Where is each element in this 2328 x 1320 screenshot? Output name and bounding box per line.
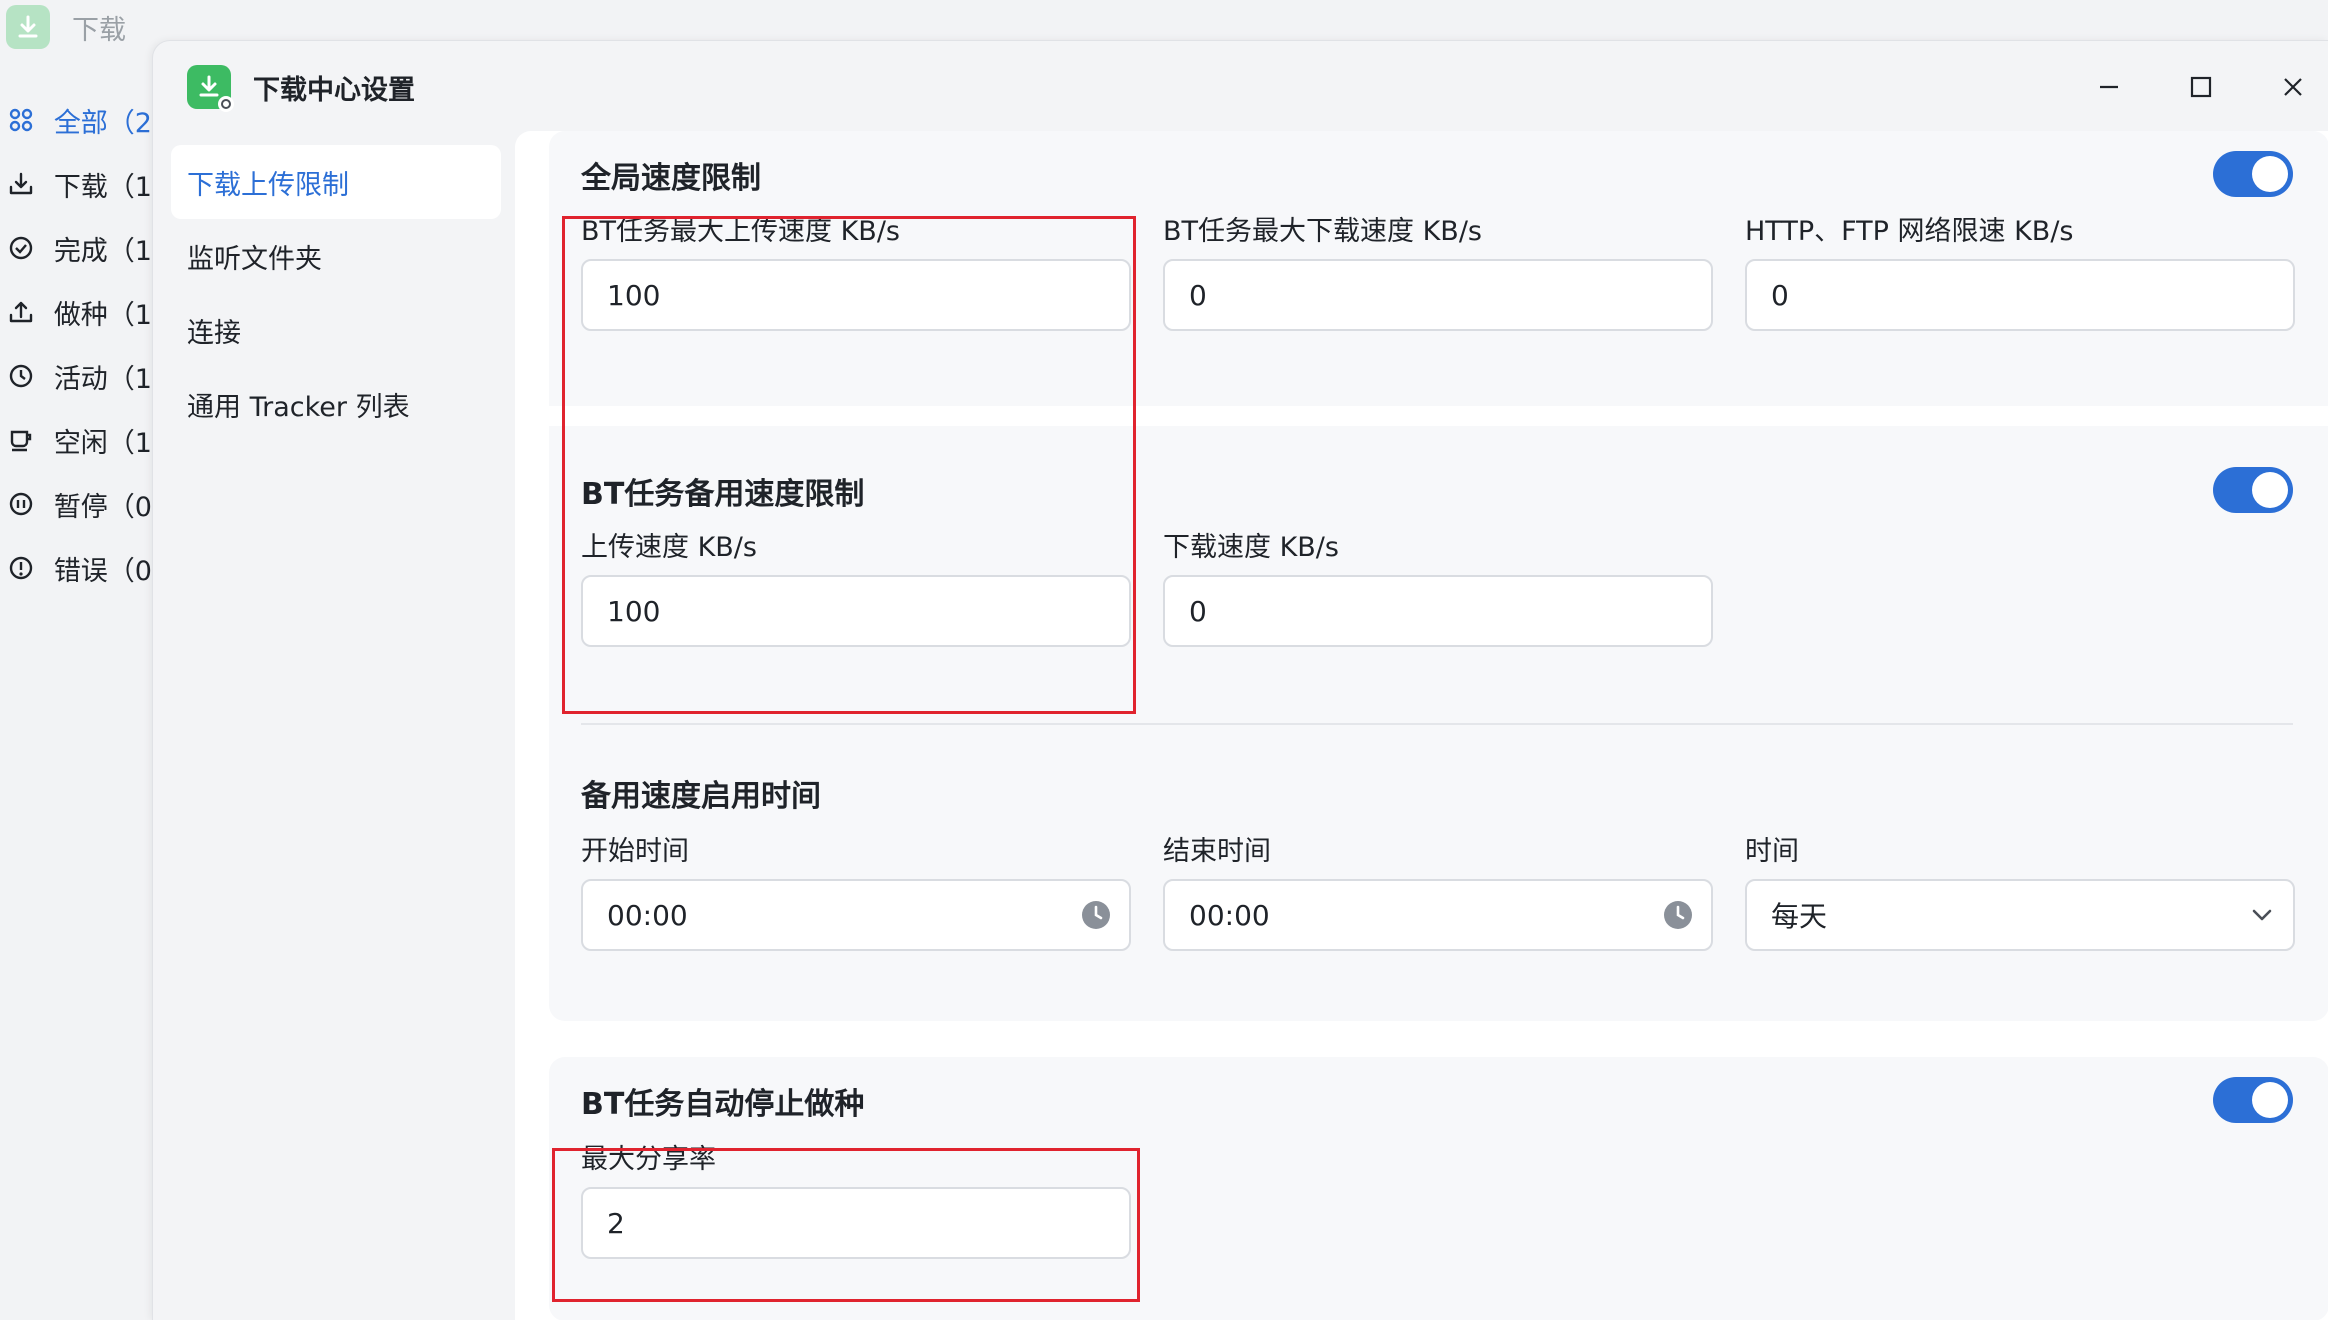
nav-label: 做种（1 xyxy=(53,299,152,331)
sidebar-item-limits[interactable]: 下载上传限制 xyxy=(171,145,501,219)
highlight-box-upload xyxy=(562,216,1136,714)
time-select-value: 每天 xyxy=(1771,900,1828,933)
close-button[interactable] xyxy=(2271,65,2315,109)
auto-stop-toggle[interactable] xyxy=(2213,1077,2293,1123)
nav-item-seeding[interactable]: 做种（1 xyxy=(0,280,152,344)
dialog-logo-icon xyxy=(187,65,234,112)
dialog-header: 下载中心设置 xyxy=(153,41,2328,133)
highlight-box-share-ratio xyxy=(552,1148,1140,1302)
global-limit-toggle[interactable] xyxy=(2213,151,2293,197)
cup-icon xyxy=(6,425,36,455)
app-title: 下载 xyxy=(72,14,126,46)
minimize-icon xyxy=(2100,85,2118,89)
maximize-icon xyxy=(2190,76,2212,98)
activity-icon xyxy=(6,361,36,391)
http-limit-input[interactable]: 0 xyxy=(1745,259,2295,331)
close-icon xyxy=(2284,78,2302,96)
nav-label: 全部（2 xyxy=(53,107,152,139)
nav-label: 活动（1 xyxy=(53,363,152,395)
end-time-input[interactable]: 00:00 xyxy=(1163,879,1713,951)
sidebar-item-connection[interactable]: 连接 xyxy=(171,293,501,367)
section-divider xyxy=(581,723,2293,725)
maximize-button[interactable] xyxy=(2179,65,2223,109)
time-label: 时间 xyxy=(1745,836,1799,867)
nav-label: 空闲（1 xyxy=(53,427,152,459)
nav-label: 下载（1 xyxy=(53,171,152,203)
nav-label: 完成（1 xyxy=(53,235,152,267)
clock-icon xyxy=(1664,901,1692,929)
auto-stop-title: BT任务自动停止做种 xyxy=(581,1087,865,1122)
settings-dialog: 下载中心设置 下载上传限制 监听文件夹 连接 通用 Tracker 列表 全局速… xyxy=(152,40,2328,1320)
nav-label: 暂停（0 xyxy=(53,491,152,523)
chevron-down-icon xyxy=(2252,909,2272,921)
nav-item-download[interactable]: 下载（1 xyxy=(0,152,152,216)
nav-item-error[interactable]: 错误（0 xyxy=(0,536,152,600)
settings-sidebar: 下载上传限制 监听文件夹 连接 通用 Tracker 列表 xyxy=(171,145,501,441)
end-time-value: 00:00 xyxy=(1189,898,1270,932)
app-nav: 全部（2 下载（1 完成（1 做种（1 活动（1 空闲（1 暂停（0 错误（0 xyxy=(0,88,152,600)
nav-item-complete[interactable]: 完成（1 xyxy=(0,216,152,280)
backup-download-input[interactable]: 0 xyxy=(1163,575,1713,647)
backup-download-label: 下载速度 KB/s xyxy=(1163,532,1339,563)
upload-icon xyxy=(6,297,36,327)
global-limit-title: 全局速度限制 xyxy=(581,161,761,196)
start-time-label: 开始时间 xyxy=(581,836,689,867)
start-time-value: 00:00 xyxy=(607,898,688,932)
time-select[interactable]: 每天 xyxy=(1745,879,2295,951)
start-time-input[interactable]: 00:00 xyxy=(581,879,1131,951)
backup-limit-toggle[interactable] xyxy=(2213,467,2293,513)
nav-label: 错误（0 xyxy=(53,555,152,587)
schedule-title: 备用速度启用时间 xyxy=(581,779,821,814)
app-logo-icon xyxy=(6,5,50,49)
grid-icon xyxy=(6,105,36,135)
sidebar-item-watch-folder[interactable]: 监听文件夹 xyxy=(171,219,501,293)
dialog-title: 下载中心设置 xyxy=(253,74,415,106)
bt-download-input[interactable]: 0 xyxy=(1163,259,1713,331)
nav-item-active[interactable]: 活动（1 xyxy=(0,344,152,408)
check-circle-icon xyxy=(6,233,36,263)
clock-icon xyxy=(1082,901,1110,929)
pause-icon xyxy=(6,489,36,519)
bt-download-label: BT任务最大下载速度 KB/s xyxy=(1163,216,1482,247)
http-limit-label: HTTP、FTP 网络限速 KB/s xyxy=(1745,216,2074,247)
sidebar-item-tracker-list[interactable]: 通用 Tracker 列表 xyxy=(171,367,501,441)
nav-item-all[interactable]: 全部（2 xyxy=(0,88,152,152)
download-icon xyxy=(6,169,36,199)
nav-item-paused[interactable]: 暂停（0 xyxy=(0,472,152,536)
error-icon xyxy=(6,553,36,583)
nav-item-idle[interactable]: 空闲（1 xyxy=(0,408,152,472)
minimize-button[interactable] xyxy=(2087,65,2131,109)
end-time-label: 结束时间 xyxy=(1163,836,1271,867)
